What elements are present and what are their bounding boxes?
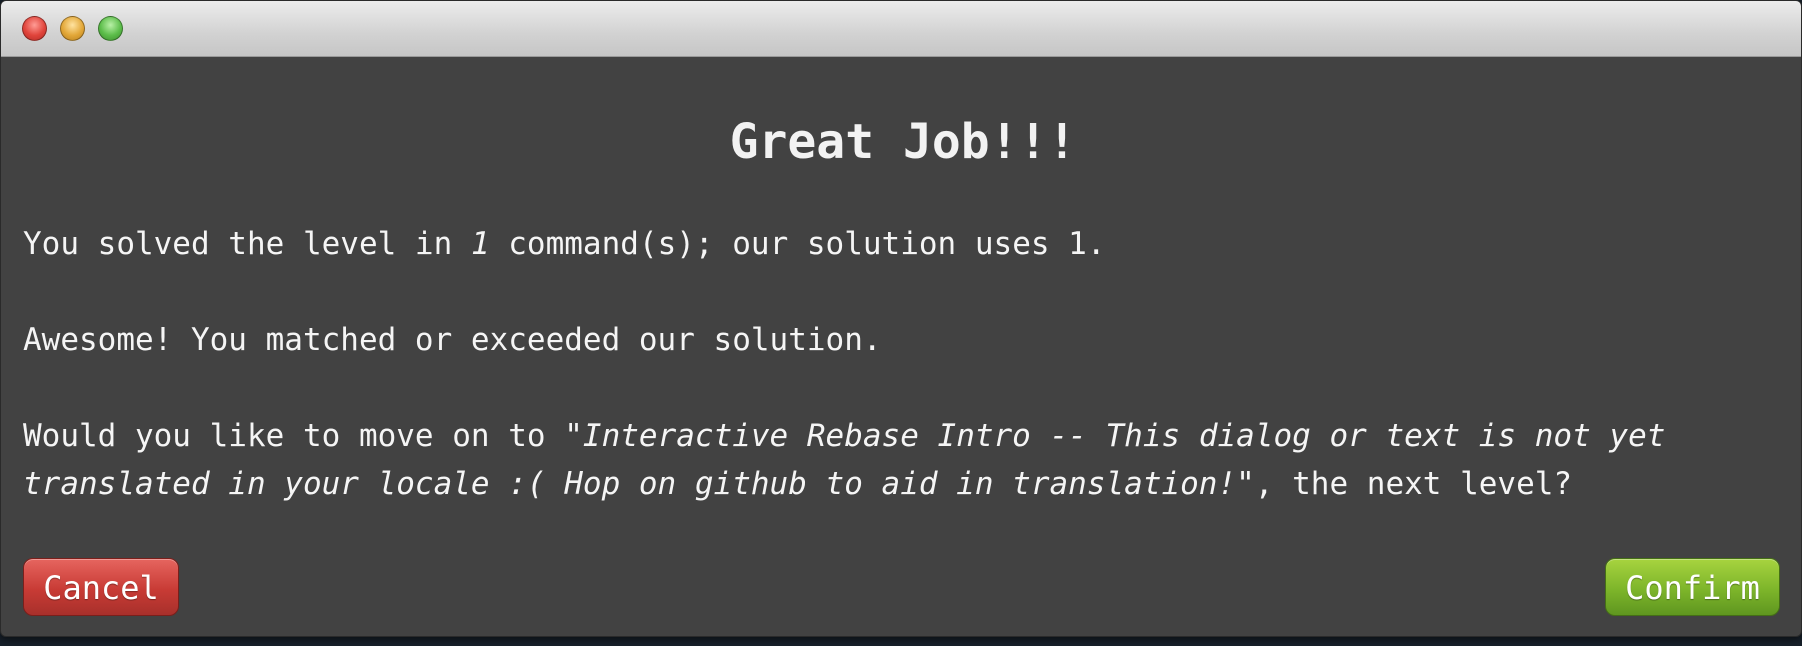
prompt-text-after: ", the next level? xyxy=(1236,466,1573,502)
next-level-name-part1: Interactive Rebase Intro -- This dialog … xyxy=(582,418,1666,454)
cancel-button[interactable]: Cancel xyxy=(23,558,179,616)
prompt-line-1: Would you like to move on to "Interactiv… xyxy=(23,412,1783,460)
confirm-button[interactable]: Confirm xyxy=(1605,558,1780,616)
next-level-name-part2: translated in your locale :( Hop on gith… xyxy=(23,466,1237,502)
solution-summary: You solved the level in 1 command(s); ou… xyxy=(23,220,1783,268)
maximize-window-icon[interactable] xyxy=(98,16,123,41)
prompt-text-before: Would you like to move on to " xyxy=(23,418,583,454)
result-message: Awesome! You matched or exceeded our sol… xyxy=(23,322,882,358)
prompt-line-2: translated in your locale :( Hop on gith… xyxy=(23,460,1783,508)
dialog-heading: Great Job!!! xyxy=(729,114,1077,170)
command-count: 1 xyxy=(470,226,490,262)
summary-text-after: command(s); our solution uses 1. xyxy=(489,226,1106,262)
title-bar[interactable] xyxy=(1,1,1801,57)
summary-text-before: You solved the level in xyxy=(23,226,471,262)
minimize-window-icon[interactable] xyxy=(60,16,85,41)
next-level-prompt: Would you like to move on to "Interactiv… xyxy=(23,412,1783,508)
close-window-icon[interactable] xyxy=(22,16,47,41)
dialog-window: Great Job!!! You solved the level in 1 c… xyxy=(0,0,1802,637)
